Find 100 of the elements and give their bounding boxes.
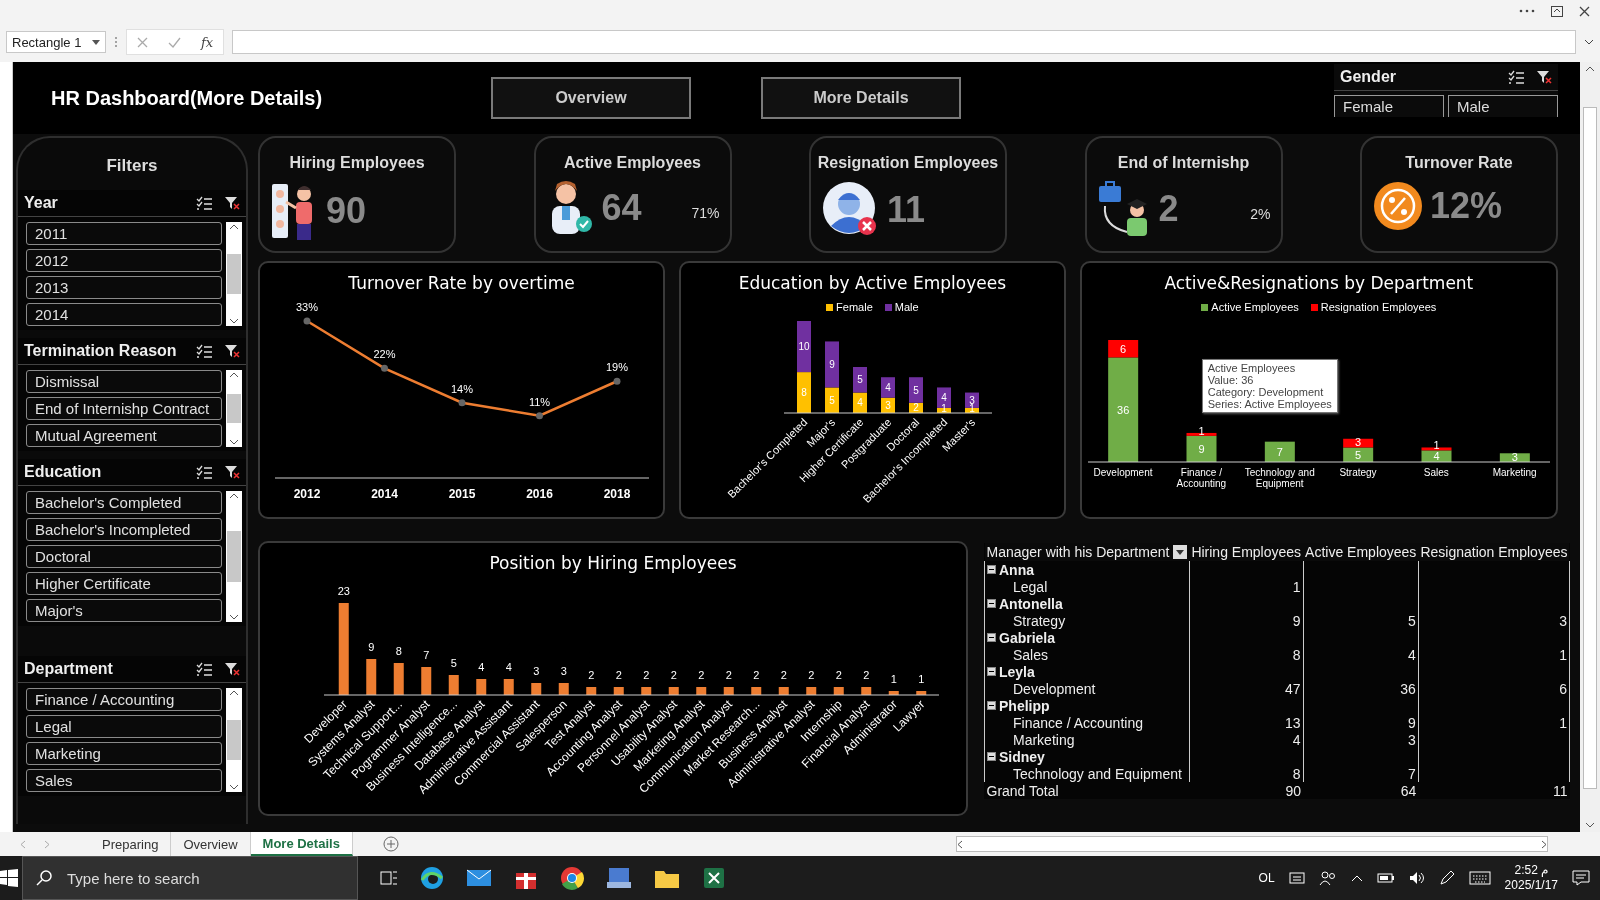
scroll-up-icon[interactable] (229, 493, 239, 499)
collapse-icon[interactable] (987, 667, 996, 676)
nav-button[interactable]: More Details (761, 77, 961, 119)
slicer-item[interactable]: End of Internishp Contract (26, 397, 222, 420)
slicer-item[interactable]: Mutual Agreement (26, 424, 222, 447)
scroll-thumb[interactable] (227, 720, 241, 760)
table-cell: 4 (1292, 731, 1301, 748)
formula-input[interactable] (232, 30, 1576, 54)
scroll-up-icon[interactable] (229, 690, 239, 696)
row-group-label: Leyla (999, 663, 1035, 680)
slicer-item[interactable]: 2014 (26, 303, 222, 326)
clear-filter-icon[interactable] (224, 465, 240, 479)
people-icon[interactable] (1318, 870, 1337, 886)
nav-button[interactable]: Overview (491, 77, 691, 119)
clear-filter-icon[interactable] (224, 344, 240, 358)
language-indicator[interactable]: OL (1258, 871, 1275, 885)
bar-segment (881, 377, 896, 398)
slicer-item[interactable]: 2012 (26, 249, 222, 272)
data-point (458, 399, 465, 407)
keyboard-icon[interactable] (1468, 871, 1491, 885)
slicer-item[interactable]: Male (1448, 95, 1558, 117)
scroll-thumb[interactable] (227, 393, 241, 424)
add-sheet-icon[interactable] (382, 836, 399, 852)
scroll-down-icon[interactable] (1585, 822, 1595, 828)
scroll-up-icon[interactable] (1585, 66, 1595, 72)
notification-icon[interactable] (1572, 870, 1590, 886)
scroll-down-icon[interactable] (229, 614, 239, 620)
clear-filter-icon[interactable] (224, 662, 240, 676)
scroll-thumb[interactable] (1583, 107, 1597, 789)
collapse-icon[interactable] (987, 701, 996, 710)
scroll-up-icon[interactable] (229, 372, 239, 378)
search-field[interactable]: Type here to search (22, 856, 358, 900)
slicer-item[interactable]: Major's (26, 599, 222, 622)
slicer-item[interactable]: Sales (26, 769, 222, 792)
collapse-icon[interactable] (987, 565, 996, 574)
collapse-icon[interactable] (987, 633, 996, 642)
slicer-item[interactable]: Higher Certificate (26, 572, 222, 595)
chevron-up-icon[interactable] (1350, 874, 1363, 882)
sheet-tab[interactable]: More Details (250, 832, 353, 856)
axis-label: 2016 (525, 487, 553, 501)
scroll-up-icon[interactable] (229, 224, 239, 230)
slicer-item[interactable]: 2013 (26, 276, 222, 299)
slicer-item[interactable]: Bachelor's Incompleted (26, 518, 222, 541)
axis-label: Strategy (1338, 467, 1378, 480)
multi-select-icon[interactable] (196, 196, 212, 210)
battery-icon[interactable] (1376, 872, 1395, 884)
multi-select-icon[interactable] (1508, 70, 1524, 84)
scroll-thumb[interactable] (227, 254, 241, 294)
scrollbar[interactable] (226, 688, 242, 792)
close-icon[interactable] (1579, 5, 1590, 17)
data-label: 2 (780, 669, 787, 681)
clear-filter-icon[interactable] (224, 196, 240, 210)
more-options-icon[interactable] (1519, 9, 1535, 13)
computer-icon[interactable] (606, 866, 632, 890)
scroll-down-icon[interactable] (229, 784, 239, 790)
restore-window-icon[interactable] (1551, 5, 1563, 17)
scroll-down-icon[interactable] (229, 318, 239, 324)
name-box[interactable]: Rectangle 1 (6, 31, 106, 53)
windows-logo-icon[interactable] (0, 869, 18, 887)
data-label: 9 (1198, 442, 1205, 455)
scroll-right-icon[interactable] (1541, 839, 1547, 849)
scroll-down-icon[interactable] (229, 439, 239, 445)
scrollbar[interactable] (226, 222, 242, 326)
multi-select-icon[interactable] (196, 662, 212, 676)
slicer-item[interactable]: Bachelor's Completed (26, 491, 222, 514)
collapse-icon[interactable] (987, 599, 996, 608)
pen-icon[interactable] (1438, 870, 1455, 886)
chart-title: Active&Resignations by Department (1164, 272, 1474, 293)
multi-select-icon[interactable] (196, 465, 212, 479)
slicer-item[interactable]: Dismissal (26, 370, 222, 393)
scrollbar[interactable] (226, 370, 242, 447)
browser-icon[interactable] (420, 866, 444, 890)
insert-function-button[interactable]: fx (201, 34, 214, 50)
filter-dropdown-icon[interactable] (1173, 545, 1188, 559)
multi-select-icon[interactable] (196, 344, 212, 358)
task-view-icon[interactable] (380, 870, 398, 886)
horizontal-scrollbar[interactable] (956, 836, 1548, 852)
slicer-item[interactable]: Legal (26, 715, 222, 738)
input-method-icon[interactable] (1288, 872, 1305, 884)
volume-icon[interactable] (1408, 871, 1425, 885)
expand-icon[interactable] (1584, 39, 1594, 45)
scrollbar[interactable] (226, 491, 242, 622)
slicer-item[interactable]: Finance / Accounting (26, 688, 222, 711)
check-icon[interactable] (168, 36, 181, 48)
clear-filter-icon[interactable] (1536, 70, 1552, 84)
collapse-icon[interactable] (987, 752, 996, 761)
slicer-item[interactable]: 2011 (26, 222, 222, 245)
data-label: 4 (857, 397, 864, 409)
slicer-item[interactable]: Marketing (26, 742, 222, 765)
slicer-item[interactable]: Doctoral (26, 545, 222, 568)
slicer-item[interactable]: Female (1334, 95, 1444, 117)
data-label: 2 (913, 402, 920, 414)
mail-icon[interactable] (466, 868, 492, 888)
chrome-icon[interactable] (560, 866, 584, 890)
spreadsheet-app-icon[interactable] (702, 866, 726, 890)
data-label: 5 (857, 374, 864, 386)
slicer-title: Education (24, 463, 103, 481)
scroll-left-icon[interactable] (957, 839, 963, 849)
scroll-thumb[interactable] (227, 531, 241, 582)
legend-label: Resignation Employees (1320, 301, 1437, 313)
